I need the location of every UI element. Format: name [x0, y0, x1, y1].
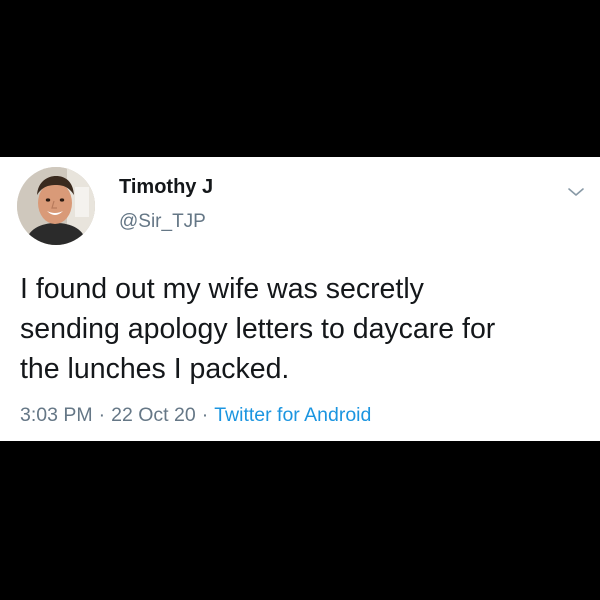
tweet-source-link[interactable]: Twitter for Android [214, 404, 371, 426]
user-info[interactable]: Timothy J @Sir_TJP [119, 174, 213, 234]
tweet-menu-button[interactable] [566, 185, 586, 199]
tweet-text-line: the lunches I packed. [20, 353, 290, 385]
tweet-text-line: I found out my wife was secretly [20, 273, 424, 305]
user-handle[interactable]: @Sir_TJP [119, 210, 213, 234]
display-name[interactable]: Timothy J [119, 174, 213, 200]
profile-photo-icon [17, 167, 95, 245]
separator-dot: · [98, 404, 106, 426]
tweet-time[interactable]: 3:03 PM [20, 404, 93, 426]
tweet-text-line: sending apology letters to daycare for [20, 313, 496, 345]
avatar[interactable] [17, 167, 95, 245]
chevron-down-icon [568, 188, 584, 196]
separator-dot: · [201, 404, 209, 426]
screenshot-frame: Timothy J @Sir_TJP I found out my wife w… [0, 0, 600, 600]
tweet-date[interactable]: 22 Oct 20 [111, 404, 196, 426]
tweet-metadata: 3:03 PM · 22 Oct 20 · Twitter for Android [20, 402, 371, 428]
tweet-text: I found out my wife was secretly sending… [20, 269, 590, 389]
tweet-card[interactable]: Timothy J @Sir_TJP I found out my wife w… [0, 157, 600, 441]
